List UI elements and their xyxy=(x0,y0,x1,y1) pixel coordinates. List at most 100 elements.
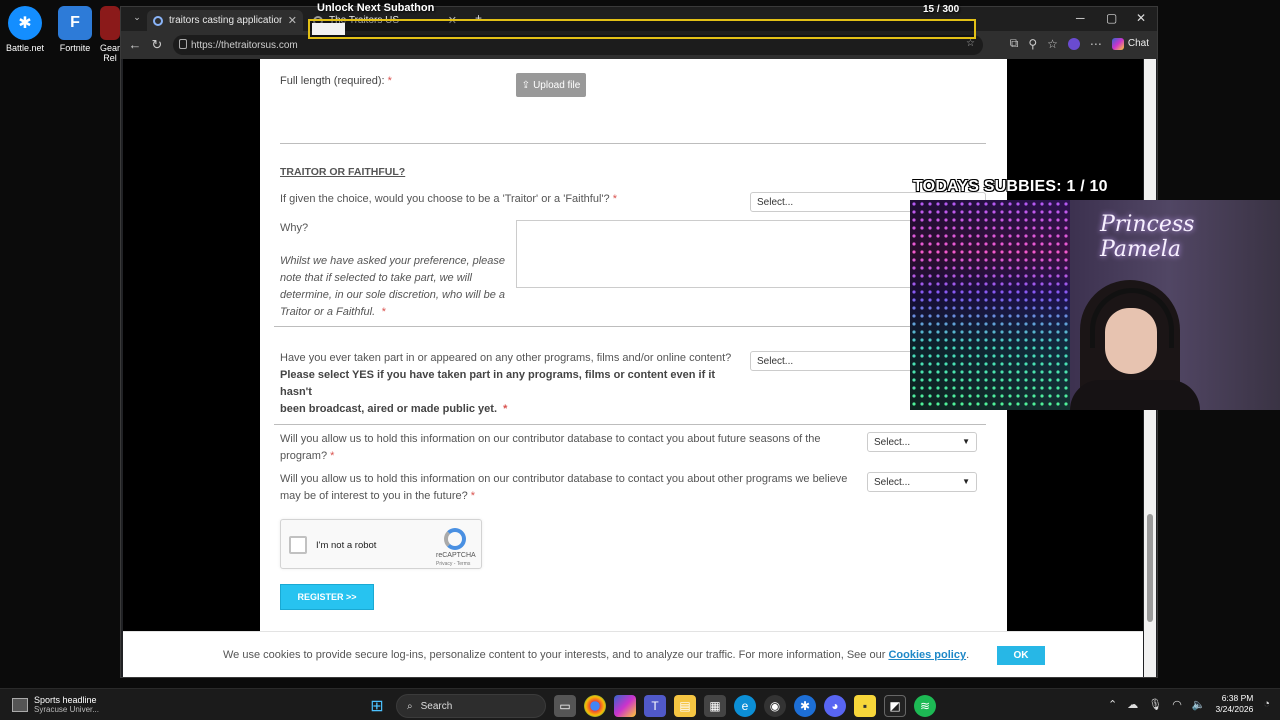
section-title: TRAITOR OR FAITHFUL? xyxy=(280,166,406,178)
capture-icon[interactable]: ◩ xyxy=(884,695,906,717)
required-mark: * xyxy=(387,75,392,87)
hold-programs-question: Will you allow us to hold this informati… xyxy=(280,471,870,505)
maximize-icon[interactable]: ▢ xyxy=(1106,11,1117,25)
led-wall-color xyxy=(910,200,1070,410)
question-text: may be of interest to you in the future? xyxy=(280,490,468,502)
streamer-figure xyxy=(1070,280,1200,410)
recaptcha-terms-link[interactable]: Privacy - Terms xyxy=(436,561,470,567)
question-text: Will you allow us to hold this informati… xyxy=(280,473,848,485)
more-icon[interactable]: ⋯ xyxy=(1090,37,1102,51)
volume-icon[interactable]: 🔈 xyxy=(1192,698,1206,711)
back-icon[interactable]: ← xyxy=(123,37,147,52)
subbies-counter: TODAYS SUBBIES: 1 / 10 xyxy=(913,178,1108,196)
battlenet-taskbar-icon[interactable]: ✱ xyxy=(794,695,816,717)
question-emphasis: Please select YES if you have taken part… xyxy=(280,369,716,398)
required-mark: * xyxy=(381,306,386,318)
obs-icon[interactable]: ◉ xyxy=(764,695,786,717)
required-mark: * xyxy=(330,450,335,462)
hold-seasons-question: Will you allow us to hold this informati… xyxy=(280,431,870,465)
tab-casting-application[interactable]: traitors casting application - Goog ✕ xyxy=(147,10,303,31)
gear-app-icon xyxy=(100,6,120,40)
favorites-icon[interactable]: ☆ xyxy=(1047,37,1058,51)
subathon-progress-fill xyxy=(312,23,346,35)
close-tab-icon[interactable]: ✕ xyxy=(288,14,297,27)
news-icon xyxy=(12,697,28,712)
file-explorer-icon[interactable]: ▤ xyxy=(674,695,696,717)
cookie-banner: We use cookies to provide secure log-ins… xyxy=(123,631,1143,677)
clock[interactable]: 6:38 PM 3/24/2026 xyxy=(1216,693,1254,715)
upload-label: Upload file xyxy=(533,79,581,91)
recaptcha-brand: reCAPTCHA xyxy=(436,552,476,559)
recaptcha-widget: I'm not a robot reCAPTCHA Privacy - Term… xyxy=(280,519,482,569)
subbies-count: 1 / 10 xyxy=(1066,178,1108,195)
note-line: Whilst we have asked your preference, pl… xyxy=(280,255,506,267)
favorite-star-icon[interactable]: ☆ xyxy=(966,38,975,49)
question-text: If given the choice, would you choose to… xyxy=(280,193,610,205)
recaptcha-checkbox[interactable] xyxy=(289,536,307,554)
tab-list-icon[interactable]: ⌄ xyxy=(125,12,149,23)
desktop-icon-battlenet[interactable]: ✱ Battle.net xyxy=(2,6,48,53)
chevron-down-icon: ▼ xyxy=(962,477,970,486)
spotify-icon[interactable]: ≋ xyxy=(914,695,936,717)
cookie-period: . xyxy=(966,649,970,661)
question-text: program? xyxy=(280,450,328,462)
minimize-icon[interactable]: ─ xyxy=(1076,11,1085,25)
fortnite-icon: F xyxy=(58,6,92,40)
reload-icon[interactable]: ↻ xyxy=(145,37,169,53)
cookie-message: We use cookies to provide secure log-ins… xyxy=(223,649,969,661)
programs-question: Have you ever taken part in or appeared … xyxy=(280,350,750,418)
profile-avatar[interactable] xyxy=(1067,37,1080,50)
note-line: Traitor or a Faithful. xyxy=(280,306,376,318)
lock-icon xyxy=(179,39,187,49)
recaptcha-logo-icon xyxy=(444,528,466,550)
search-icon: ⌕ xyxy=(407,700,413,712)
cookie-text: We use cookies to provide secure log-ins… xyxy=(223,649,886,661)
copilot-app-icon[interactable] xyxy=(614,695,636,717)
wifi-icon[interactable]: ◠ xyxy=(1172,698,1182,711)
start-icon[interactable]: ⊞ xyxy=(366,695,388,717)
subathon-title: Unlock Next Subathon xyxy=(317,2,435,14)
sticky-notes-icon[interactable]: ▪ xyxy=(854,695,876,717)
chrome-icon[interactable] xyxy=(584,695,606,717)
cookie-ok-button[interactable]: OK xyxy=(997,646,1045,665)
taskbar-search[interactable]: ⌕ Search xyxy=(396,694,546,718)
task-view-icon[interactable]: ▭ xyxy=(554,695,576,717)
hold-seasons-select[interactable]: Select... ▼ xyxy=(867,432,977,452)
scrollbar-thumb[interactable] xyxy=(1147,514,1153,622)
full-length-field-label: Full length (required): * xyxy=(280,75,392,87)
hold-programs-select[interactable]: Select... ▼ xyxy=(867,472,977,492)
taskbar-apps: ⊞ ⌕ Search ▭ T ▤ ▦ e ◉ ✱ ◕ ▪ ◩ ≋ xyxy=(366,694,936,718)
desktop-icon-label: Fortnite xyxy=(59,43,91,53)
question-text: Have you ever taken part in or appeared … xyxy=(280,352,732,364)
divider xyxy=(274,326,986,327)
tracking-icon[interactable]: ⚲ xyxy=(1028,37,1037,51)
toolbar-actions: ⧉ ⚲ ☆ ⋯ Chat xyxy=(1010,36,1149,51)
mic-icon[interactable]: 🎙 xyxy=(1148,698,1162,711)
discord-icon[interactable]: ◕ xyxy=(824,695,846,717)
notifications-icon[interactable]: ◔ xyxy=(1263,698,1270,710)
registration-form: Full length (required): * ⇪ Upload file … xyxy=(260,59,1007,631)
store-icon[interactable]: ▦ xyxy=(704,695,726,717)
teams-icon[interactable]: T xyxy=(644,695,666,717)
select-value: Select... xyxy=(757,355,794,367)
google-icon xyxy=(153,15,163,26)
chevron-up-icon[interactable]: ⌃ xyxy=(1108,698,1117,711)
desktop-icon-fortnite[interactable]: F Fortnite xyxy=(52,6,98,53)
cloud-icon[interactable]: ☁ xyxy=(1127,698,1138,711)
close-window-icon[interactable]: ✕ xyxy=(1136,11,1146,25)
why-note: Whilst we have asked your preference, pl… xyxy=(280,253,512,321)
upload-file-button[interactable]: ⇪ Upload file xyxy=(516,73,586,97)
select-value: Select... xyxy=(757,196,794,208)
streamer-name: Princess Pamela xyxy=(1100,212,1195,262)
desktop-icon-gear[interactable]: Gear Rel xyxy=(100,6,120,63)
news-widget[interactable]: Sports headline Syracuse Univer... xyxy=(12,695,99,714)
desktop-icon-label: Battle.net xyxy=(5,43,45,53)
chat-button[interactable]: Chat xyxy=(1111,37,1149,50)
search-label: Search xyxy=(420,700,453,712)
taskbar: Sports headline Syracuse Univer... ⊞ ⌕ S… xyxy=(0,688,1280,720)
cookies-policy-link[interactable]: Cookies policy xyxy=(888,649,966,661)
register-button[interactable]: REGISTER >> xyxy=(280,584,374,610)
extensions-icon[interactable]: ⧉ xyxy=(1010,36,1019,51)
edge-icon[interactable]: e xyxy=(734,695,756,717)
divider xyxy=(274,424,986,425)
